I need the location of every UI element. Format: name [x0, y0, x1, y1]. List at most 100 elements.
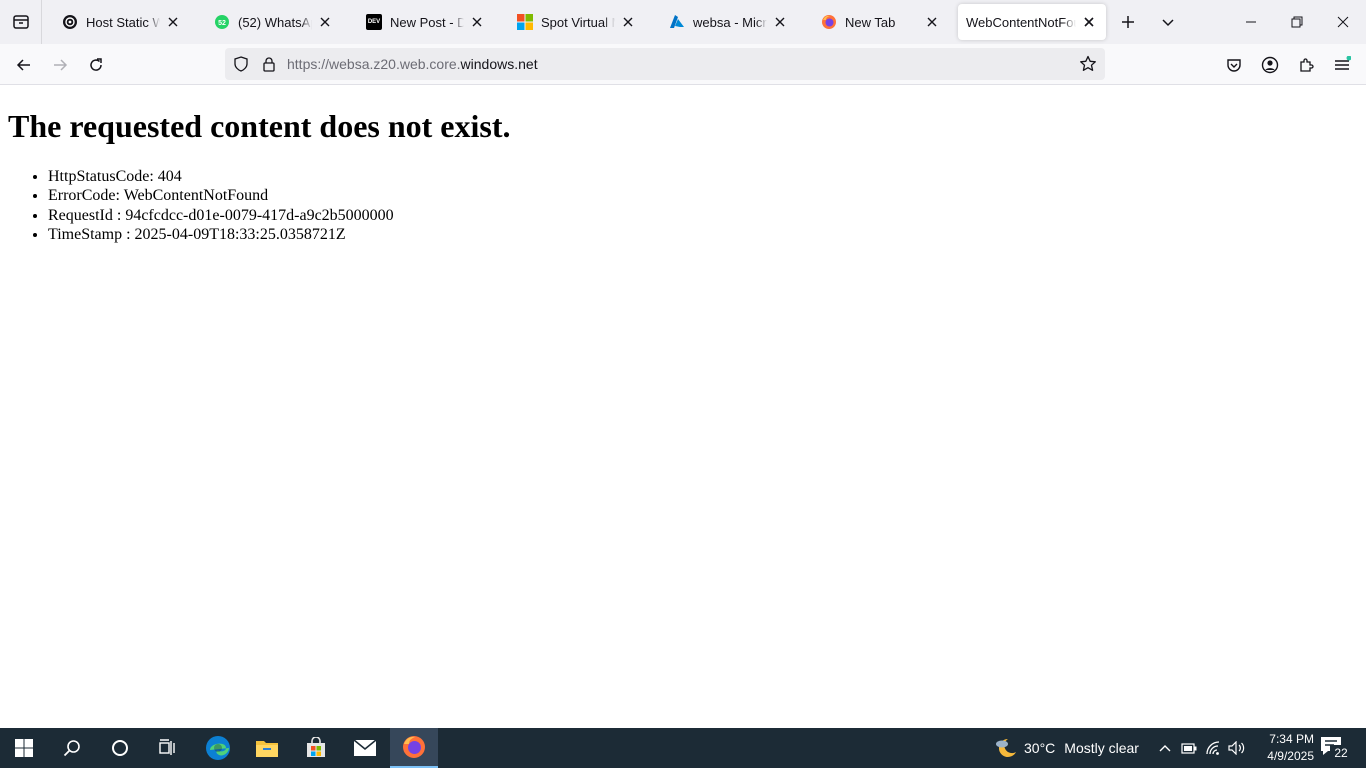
close-window-button[interactable]: [1320, 0, 1366, 44]
restore-icon: [1291, 16, 1303, 28]
start-button[interactable]: [0, 728, 48, 768]
arrow-left-icon: [16, 59, 30, 71]
tab-title: (52) WhatsApp: [238, 14, 312, 30]
url-text[interactable]: https://websa.z20.web.core.windows.net: [287, 56, 538, 72]
url-host: windows.net: [460, 56, 538, 72]
tab-websa-microsoft-azure[interactable]: websa - Microsoft: [655, 4, 797, 40]
page-content: The requested content does not exist. Ht…: [0, 85, 1366, 728]
chevron-down-icon: [1162, 19, 1174, 27]
pocket-icon: [1227, 59, 1241, 72]
puzzle-icon: [1300, 58, 1314, 72]
dev-icon-text: DEV: [367, 19, 381, 25]
lock-icon[interactable]: [259, 54, 279, 74]
battery-button[interactable]: [1178, 728, 1200, 768]
firefox-icon: [403, 736, 425, 758]
close-icon[interactable]: [164, 13, 182, 31]
extensions-button[interactable]: [1291, 50, 1321, 80]
tab-title: Spot Virtual Mach: [541, 14, 615, 30]
search-icon: [63, 740, 80, 757]
forward-button[interactable]: [45, 50, 75, 80]
task-view-button[interactable]: [144, 728, 192, 768]
windows-logo-icon: [15, 739, 33, 757]
page-heading: The requested content does not exist.: [8, 108, 511, 144]
close-icon[interactable]: [771, 13, 789, 31]
weather-temperature: 30°C: [1024, 740, 1056, 756]
weather-condition: Mostly clear: [1064, 740, 1139, 756]
tab-whatsapp[interactable]: 52 (52) WhatsApp: [200, 4, 342, 40]
hamburger-menu-icon: [1335, 56, 1351, 70]
wifi-icon: [1206, 741, 1220, 755]
tab-title: New Post - DEV C: [390, 14, 464, 30]
system-clock[interactable]: 7:34 PM 4/9/2025: [1248, 731, 1314, 765]
clock-time: 7:34 PM: [1269, 732, 1314, 746]
dev-icon: DEV: [366, 14, 382, 30]
list-item-request-id: RequestId : 94cfcdcc-d01e-0079-417d-a9c2…: [48, 206, 394, 225]
cortana-icon: [112, 740, 128, 756]
tab-title: websa - Microsoft: [693, 14, 767, 30]
tab-title: New Tab: [845, 14, 896, 30]
whatsapp-badge: 52: [218, 20, 226, 27]
store-icon: [307, 737, 325, 757]
close-icon[interactable]: [316, 13, 334, 31]
restore-button[interactable]: [1274, 0, 1320, 44]
list-item-timestamp: TimeStamp : 2025-04-09T18:33:25.0358721Z: [48, 225, 394, 244]
taskbar-file-explorer[interactable]: [243, 728, 291, 768]
tab-new-tab[interactable]: New Tab: [807, 4, 949, 40]
task-view-icon: [159, 739, 175, 755]
minimize-button[interactable]: [1228, 0, 1274, 44]
search-button[interactable]: [48, 728, 96, 768]
firefox-view-icon: [12, 15, 29, 29]
azure-icon: [669, 14, 685, 30]
chevron-up-icon: [1159, 745, 1171, 752]
firefox-view-button[interactable]: [0, 0, 42, 44]
back-button[interactable]: [9, 50, 39, 80]
mail-icon: [353, 739, 377, 756]
edge-icon: [206, 736, 230, 760]
tab-webcontentnotfound[interactable]: WebContentNotFound: [958, 4, 1106, 40]
show-hidden-icons-button[interactable]: [1154, 728, 1176, 768]
windows-taskbar: 30°C Mostly clear 7:34 PM 4/9/2025 22: [0, 728, 1366, 768]
network-button[interactable]: [1202, 728, 1224, 768]
close-icon[interactable]: [923, 13, 941, 31]
plus-icon: [1122, 16, 1134, 28]
close-icon[interactable]: [468, 13, 486, 31]
list-all-tabs-button[interactable]: [1154, 8, 1182, 36]
speaker-icon: [1228, 741, 1245, 755]
navigation-toolbar: https://websa.z20.web.core.windows.net: [0, 44, 1366, 85]
moon-cloud-icon: [996, 738, 1016, 757]
weather-widget[interactable]: 30°C Mostly clear: [994, 728, 1139, 768]
folder-icon: [256, 741, 278, 757]
tab-spot-virtual-machines[interactable]: Spot Virtual Mach: [503, 4, 645, 40]
minimize-icon: [1246, 21, 1256, 23]
taskbar-mail[interactable]: [341, 728, 389, 768]
firefox-icon: [821, 14, 837, 30]
pocket-button[interactable]: [1219, 50, 1249, 80]
tab-dev-new-post[interactable]: DEV New Post - DEV C: [352, 4, 494, 40]
tracking-protection-icon[interactable]: [231, 54, 251, 74]
close-icon[interactable]: [619, 13, 637, 31]
close-icon[interactable]: [1080, 13, 1098, 31]
tab-strip: Host Static Websit 52 (52) WhatsApp DEV …: [0, 0, 1366, 44]
tab-title: WebContentNotFound: [966, 14, 1076, 30]
bookmark-star-icon[interactable]: [1077, 53, 1099, 75]
address-bar[interactable]: https://websa.z20.web.core.windows.net: [225, 48, 1105, 80]
error-details-list: HttpStatusCode: 404 ErrorCode: WebConten…: [48, 167, 394, 244]
taskbar-microsoft-store[interactable]: [292, 728, 340, 768]
list-item-http-status-code: HttpStatusCode: 404: [48, 167, 394, 186]
cortana-button[interactable]: [96, 728, 144, 768]
tab-host-static-website[interactable]: Host Static Websit: [48, 4, 190, 40]
clock-date: 4/9/2025: [1267, 749, 1314, 763]
taskbar-edge[interactable]: [194, 728, 242, 768]
tab-title: Host Static Websit: [86, 14, 160, 30]
reload-icon: [90, 58, 102, 71]
app-menu-button[interactable]: [1327, 50, 1357, 80]
reload-button[interactable]: [81, 50, 111, 80]
taskbar-firefox[interactable]: [390, 728, 438, 768]
action-center-button[interactable]: 22: [1320, 736, 1352, 762]
account-button[interactable]: [1255, 50, 1285, 80]
account-icon: [1261, 56, 1279, 74]
microsoft-icon: [517, 14, 533, 30]
new-tab-button[interactable]: [1114, 8, 1142, 36]
volume-button[interactable]: [1226, 728, 1248, 768]
chatgpt-icon: [62, 14, 78, 30]
